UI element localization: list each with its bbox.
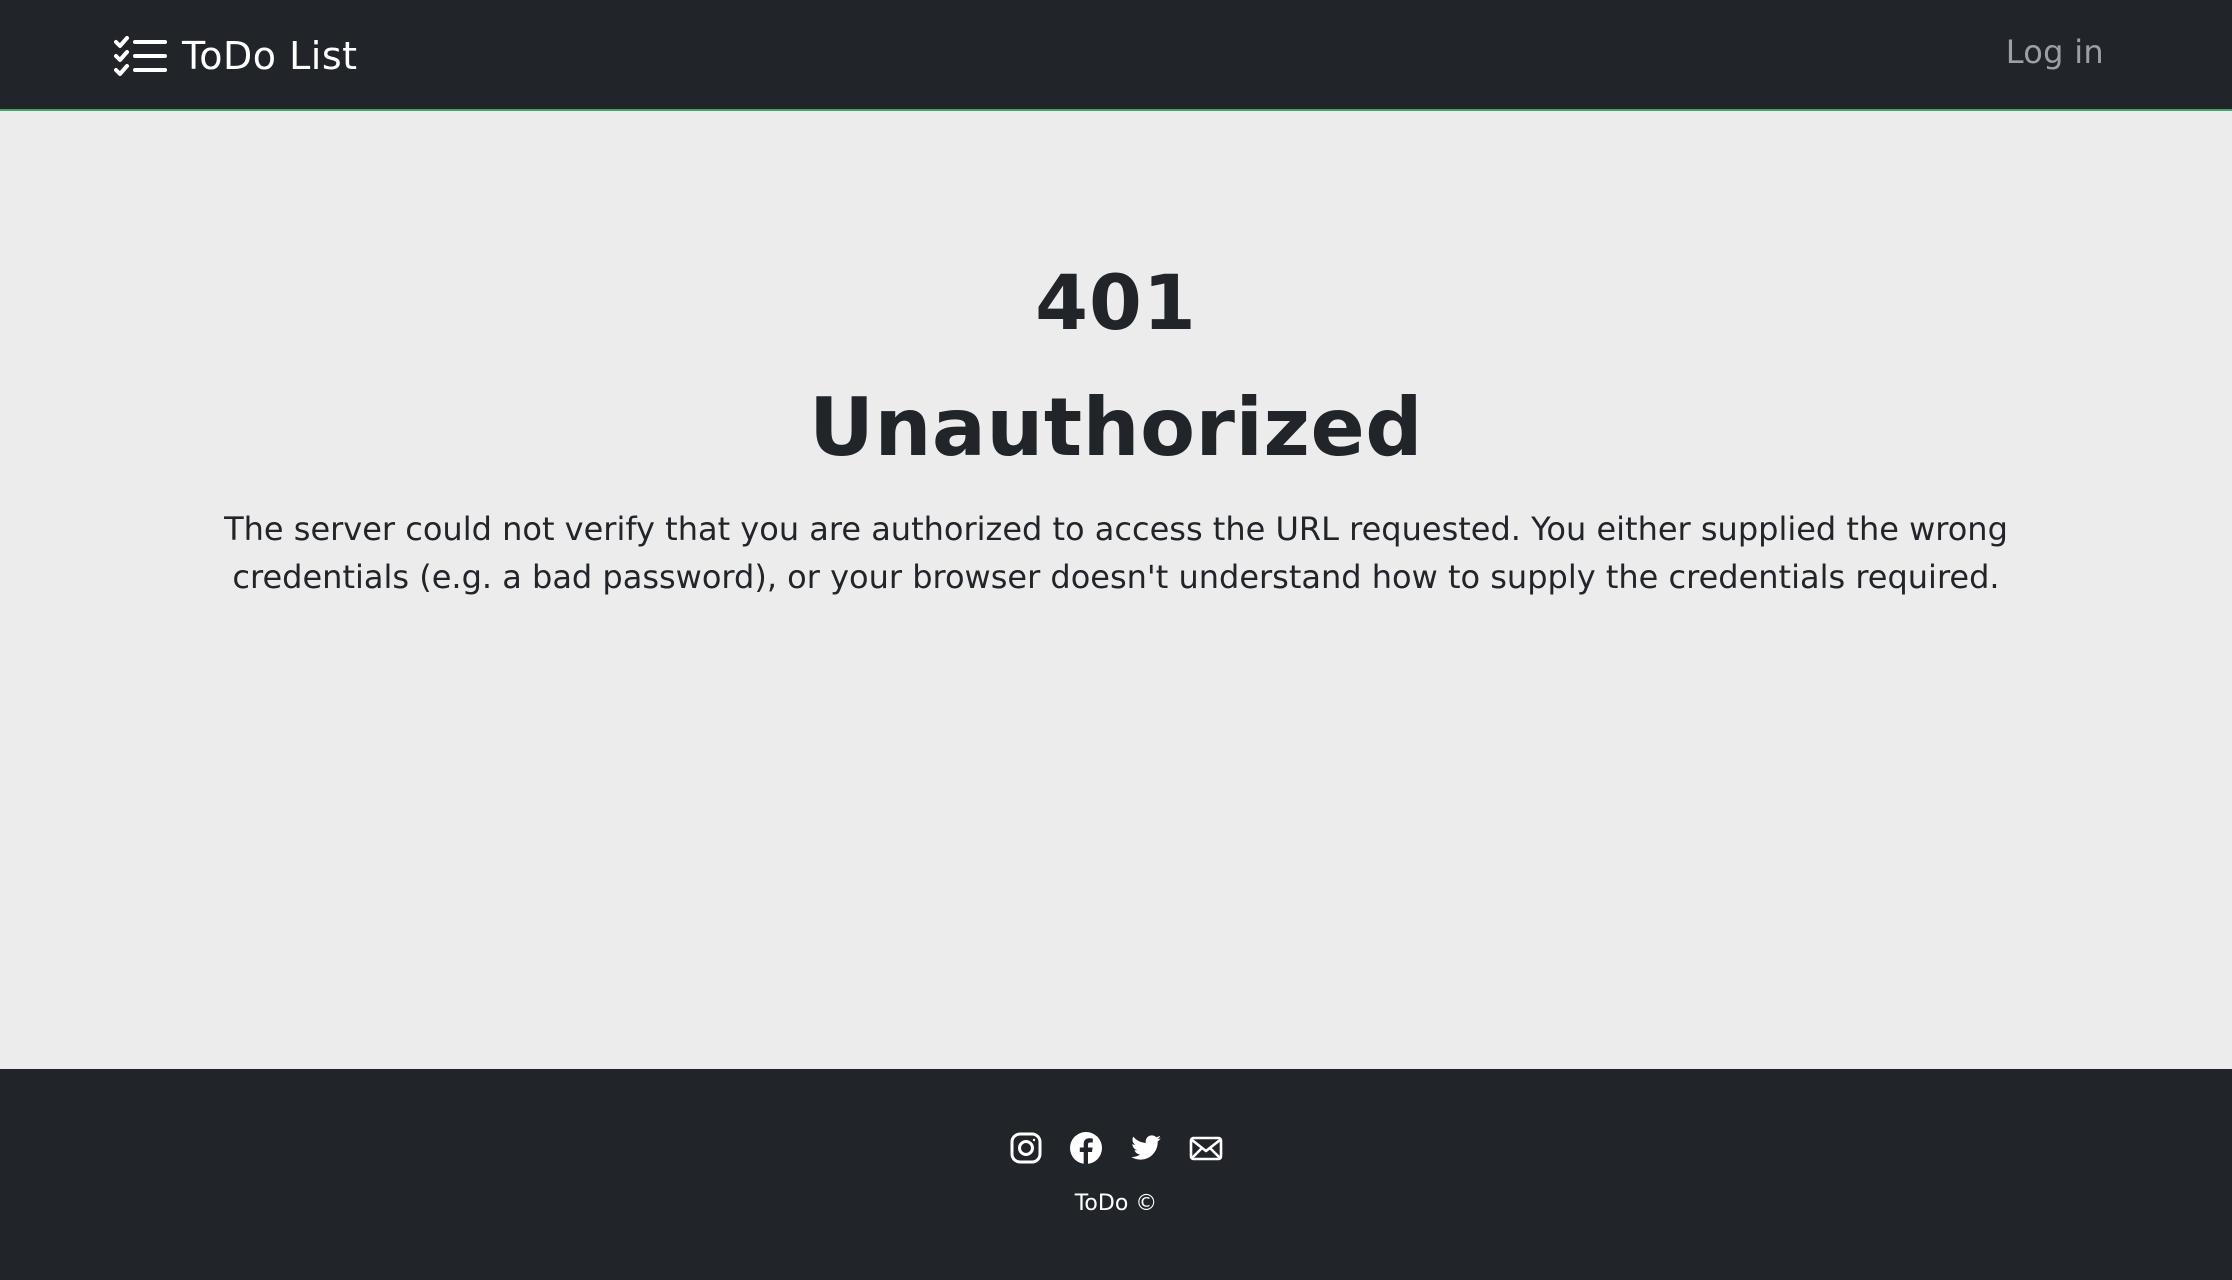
brand-label: ToDo List — [182, 34, 358, 78]
facebook-link[interactable] — [1069, 1131, 1103, 1169]
error-description: The server could not verify that you are… — [224, 510, 2008, 596]
instagram-link[interactable] — [1009, 1131, 1043, 1169]
copyright: ToDo © — [1074, 1191, 1158, 1216]
brand-link[interactable]: ToDo List — [114, 28, 358, 84]
top-navbar: ToDo List Log in — [0, 0, 2232, 111]
email-link[interactable] — [1189, 1133, 1223, 1167]
mail-icon — [1189, 1131, 1223, 1169]
footer — [0, 1069, 2232, 1280]
facebook-icon — [1069, 1131, 1103, 1169]
twitter-icon — [1129, 1131, 1163, 1169]
checklist-icon — [114, 35, 168, 77]
error-title: Unauthorized — [809, 381, 1423, 474]
twitter-link[interactable] — [1129, 1133, 1163, 1167]
login-link[interactable]: Log in — [2006, 33, 2104, 71]
social-links — [0, 1131, 2232, 1169]
instagram-icon — [1009, 1131, 1043, 1169]
error-code: 401 — [1035, 258, 1197, 347]
